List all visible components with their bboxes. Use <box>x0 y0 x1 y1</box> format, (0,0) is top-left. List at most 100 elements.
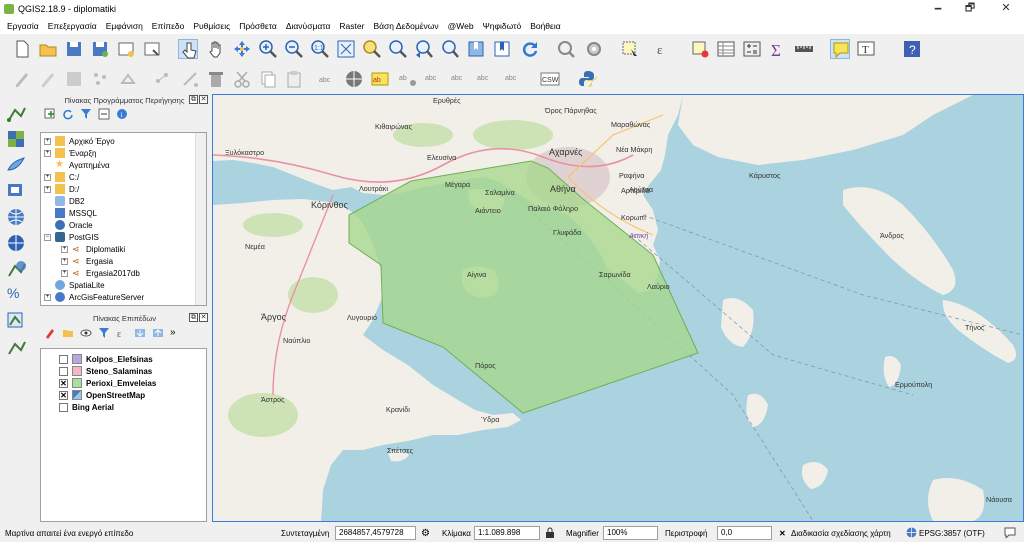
float-panel-button[interactable]: ⧉ <box>189 95 198 104</box>
crs-status[interactable]: EPSG:3857 (OTF) <box>919 527 985 540</box>
manage-visibility-icon[interactable] <box>80 327 92 339</box>
composer-manager-icon[interactable] <box>142 39 162 59</box>
select-features-icon[interactable] <box>620 39 640 59</box>
pan-to-selection-icon[interactable] <box>232 39 252 59</box>
menu-plugins[interactable]: Πρόσθετα <box>235 21 282 31</box>
layer-checkbox[interactable] <box>59 354 68 364</box>
menu-raster[interactable]: Raster <box>335 21 369 31</box>
filter-legend-icon[interactable] <box>98 327 110 339</box>
layer-checkbox[interactable]: ✕ <box>59 390 68 400</box>
collapse-all-icon[interactable] <box>98 108 110 120</box>
text-annotation-icon[interactable]: T <box>856 39 876 59</box>
new-spatialite-layer-icon[interactable] <box>5 336 29 358</box>
new-project-icon[interactable] <box>12 39 32 59</box>
projection-globe-icon[interactable] <box>906 527 917 540</box>
field-calculator-icon[interactable] <box>742 39 762 59</box>
touch-zoom-icon[interactable] <box>178 39 198 59</box>
save-edits-icon[interactable] <box>64 69 84 89</box>
tree-item-arcgis-feature-server[interactable]: + ArcGisFeatureServer <box>44 291 144 303</box>
cut-features-icon[interactable] <box>232 69 252 89</box>
layer-checkbox[interactable]: ✕ <box>59 378 68 388</box>
close-panel-button[interactable]: ✕ <box>199 95 208 104</box>
zoom-out-icon[interactable] <box>284 39 304 59</box>
copy-features-icon[interactable] <box>258 69 278 89</box>
rotate-label-icon[interactable]: abc <box>450 69 470 89</box>
refresh-browser-icon[interactable] <box>62 108 74 120</box>
tree-item-mssql[interactable]: MSSQL <box>55 207 97 219</box>
deselect-icon[interactable] <box>690 39 710 59</box>
zoom-in-icon[interactable] <box>258 39 278 59</box>
zoom-to-layer-icon[interactable] <box>388 39 408 59</box>
show-hide-labels-icon[interactable]: abc <box>504 69 524 89</box>
filter-browser-icon[interactable] <box>80 108 92 120</box>
tree-item-spatialite[interactable]: SpatiaLite <box>55 279 105 291</box>
maximize-button[interactable]: 🗗 <box>954 0 986 17</box>
collapse-all-layers-icon[interactable] <box>152 327 164 339</box>
run-action-icon[interactable] <box>584 39 604 59</box>
layer-labeling-icon[interactable] <box>344 69 364 89</box>
attribute-table-icon[interactable] <box>716 39 736 59</box>
layer-item[interactable]: ✕ OpenStreetMap <box>59 389 145 401</box>
scale-combobox[interactable]: 1:1.089.898 <box>474 526 540 540</box>
browser-scrollbar[interactable] <box>195 133 206 305</box>
toggle-extents-icon[interactable]: ⚙ <box>421 527 430 540</box>
tree-item-ergasia2017db[interactable]: + ⋖ Ergasia2017db <box>61 267 140 279</box>
tree-item-oracle[interactable]: Oracle <box>55 219 93 231</box>
new-print-composer-icon[interactable] <box>116 39 136 59</box>
menu-web[interactable]: @Web <box>444 21 479 31</box>
layer-item[interactable]: Bing Aerial <box>59 401 114 413</box>
add-wcs-layer-icon[interactable] <box>5 232 29 254</box>
open-project-icon[interactable] <box>38 39 58 59</box>
toggle-editing-icon[interactable] <box>38 69 58 89</box>
help-icon[interactable]: ? <box>902 39 922 59</box>
tree-item-diplomatiki[interactable]: + ⋖ Diplomatiki <box>61 243 125 255</box>
tree-item-drive-c[interactable]: + C:/ <box>44 171 79 183</box>
add-spatialite-layer-icon[interactable] <box>5 154 29 176</box>
new-bookmark-icon[interactable] <box>466 39 486 59</box>
layer-checkbox[interactable] <box>59 366 68 376</box>
zoom-full-icon[interactable] <box>336 39 356 59</box>
properties-icon[interactable]: i <box>116 108 128 120</box>
menu-vector[interactable]: Διανύσματα <box>282 21 336 31</box>
statistics-icon[interactable]: Σ <box>768 39 788 60</box>
rotation-spinbox[interactable]: 0,0 <box>717 526 772 540</box>
menu-help[interactable]: Βοήθεια <box>526 21 565 31</box>
menu-mesh[interactable]: Ψηφιδωτό <box>479 21 527 31</box>
pan-icon[interactable] <box>206 39 226 59</box>
select-by-expression-icon[interactable]: ε <box>654 39 674 59</box>
add-raster-layer-icon[interactable] <box>5 128 29 150</box>
coordinate-field[interactable]: 2684857,4579728 <box>335 526 416 540</box>
save-project-icon[interactable] <box>64 39 84 59</box>
layer-item[interactable]: Steno_Salaminas <box>59 365 152 377</box>
tree-item-postgis[interactable]: − PostGIS <box>44 231 99 243</box>
menu-database[interactable]: Βάση Δεδομένων <box>369 21 443 31</box>
add-selected-layers-icon[interactable] <box>44 108 56 120</box>
magnifier-spinbox[interactable]: 100% <box>603 526 658 540</box>
minimize-button[interactable]: 🗕 <box>922 0 954 17</box>
menu-edit[interactable]: Επεξεργασία <box>44 21 102 31</box>
zoom-next-icon[interactable] <box>440 39 460 59</box>
paste-features-icon[interactable] <box>284 69 304 89</box>
move-label-icon[interactable]: abc <box>424 69 444 89</box>
lock-scale-icon[interactable] <box>545 527 555 540</box>
layer-checkbox[interactable] <box>59 402 68 412</box>
delete-selected-icon[interactable] <box>206 69 226 89</box>
show-bookmarks-icon[interactable] <box>492 39 512 59</box>
label-tool-icon[interactable]: abc <box>318 69 338 89</box>
save-as-icon[interactable] <box>90 39 110 59</box>
map-tips-icon[interactable] <box>830 39 850 59</box>
menu-view[interactable]: Εμφάνιση <box>102 21 148 31</box>
tree-item-db2[interactable]: DB2 <box>55 195 85 207</box>
menu-layer[interactable]: Επίπεδο <box>148 21 190 31</box>
add-wms-layer-icon[interactable] <box>5 206 29 228</box>
add-group-icon[interactable] <box>62 327 74 339</box>
zoom-to-selection-icon[interactable] <box>362 39 382 59</box>
layer-item[interactable]: ✕ Perioxi_Emveleias <box>59 377 156 389</box>
tree-item-home[interactable]: + Αρχικό Έργο <box>44 135 115 147</box>
messages-icon[interactable] <box>1004 527 1016 540</box>
refresh-icon[interactable] <box>520 39 540 59</box>
more-tools-icon[interactable]: » <box>170 327 182 339</box>
menu-settings[interactable]: Ρυθμίσεις <box>189 21 235 31</box>
node-tool-icon[interactable] <box>152 69 172 89</box>
new-shapefile-icon[interactable] <box>5 310 29 332</box>
